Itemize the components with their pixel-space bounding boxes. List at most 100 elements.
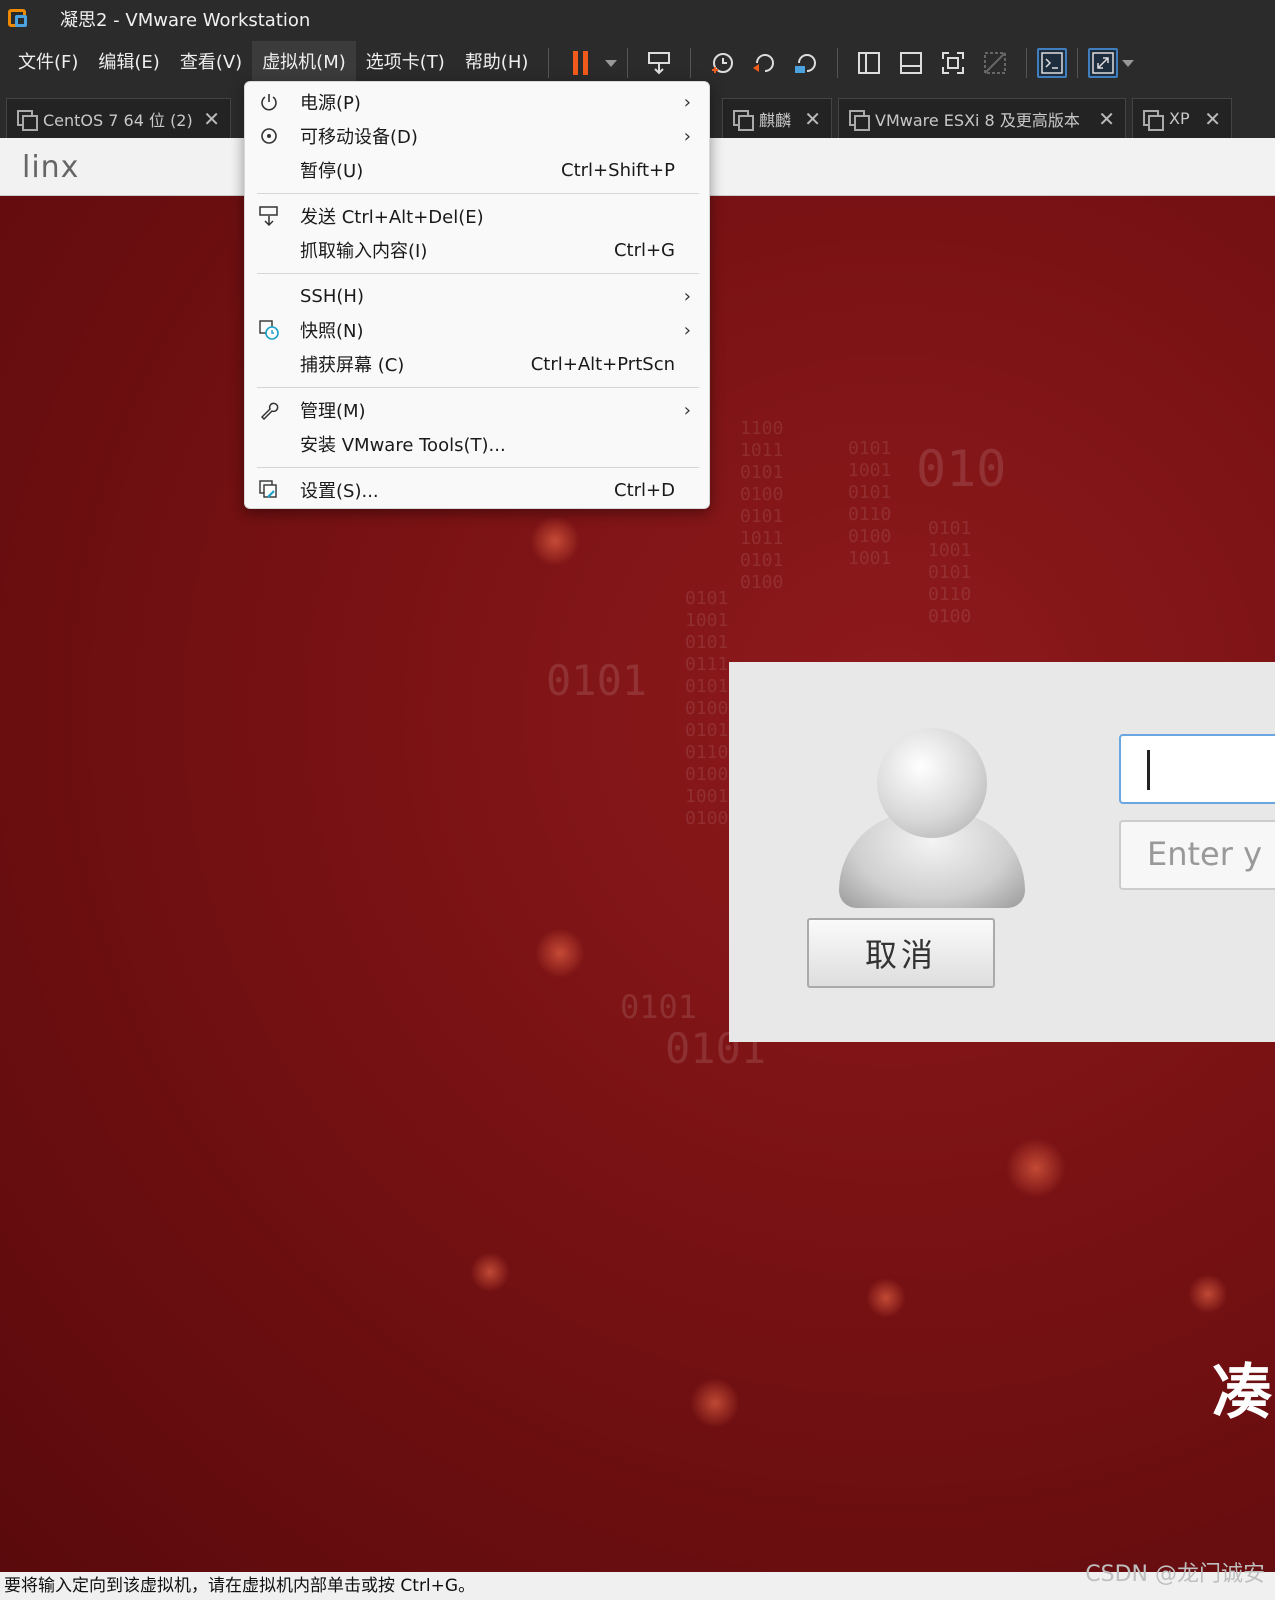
- thumbnail-bar-icon: [900, 52, 923, 74]
- menu-item-label: 发送 Ctrl+Alt+Del(E): [300, 207, 484, 228]
- window-title: 凝思2 - VMware Workstation: [60, 10, 311, 31]
- watermark: CSDN @龙门诚安: [1085, 1562, 1265, 1587]
- snapshot-manager-icon: [795, 54, 817, 73]
- binary-decoration: 1100 1011 0101 0100 0101 1011 0101 0100: [740, 418, 784, 593]
- chevron-right-icon: ›: [683, 285, 691, 307]
- toolbar-separator: [1026, 48, 1028, 78]
- menu-vm[interactable]: 虚拟机(M): [252, 41, 356, 85]
- binary-decoration: 0101: [546, 656, 648, 705]
- binary-decoration: 0101 1001 0101 0110 0100 1001: [848, 438, 892, 569]
- menu-item-ssh[interactable]: SSH(H) ›: [245, 279, 711, 313]
- send-ctrl-alt-del-button[interactable]: [644, 48, 674, 78]
- console-view-button[interactable]: [1037, 48, 1068, 78]
- light-dot: [866, 1278, 906, 1318]
- unity-button[interactable]: [980, 48, 1010, 78]
- welcome-text: 凑: [1212, 1358, 1272, 1428]
- light-dot: [690, 1378, 740, 1428]
- menu-item-install-tools[interactable]: 安装 VMware Tools(T)...: [245, 427, 711, 461]
- text-cursor: [1147, 750, 1150, 790]
- tab-kylin[interactable]: 麒麟 ✕: [722, 98, 832, 138]
- menu-item-shortcut: Ctrl+G: [613, 239, 675, 261]
- menu-item-label: 暂停(U): [300, 161, 364, 182]
- tab-label: 麒麟: [759, 110, 792, 130]
- password-input[interactable]: Enter y: [1119, 820, 1275, 890]
- menu-tabs[interactable]: 选项卡(T): [356, 41, 455, 85]
- tab-label: XP: [1169, 109, 1190, 128]
- stretch-dropdown-icon[interactable]: [1122, 59, 1135, 67]
- menu-item-snapshot[interactable]: 快照(N) ›: [245, 313, 711, 347]
- unity-icon: [984, 52, 1007, 74]
- menu-item-shortcut: Ctrl+Alt+PrtScn: [530, 353, 675, 375]
- snapshot-manager-button[interactable]: [791, 48, 821, 78]
- menu-item-label: 可移动设备(D): [300, 127, 418, 148]
- close-icon[interactable]: ✕: [203, 107, 220, 131]
- menu-edit[interactable]: 编辑(E): [88, 41, 169, 85]
- status-bar: 要将输入定向到该虚拟机，请在虚拟机内部单击或按 Ctrl+G。: [0, 1572, 1275, 1600]
- menu-separator: [257, 273, 699, 274]
- full-screen-button[interactable]: [938, 48, 968, 78]
- light-dot: [1188, 1274, 1228, 1314]
- login-dialog: 取消 Enter y: [729, 662, 1275, 1042]
- close-icon[interactable]: ✕: [1204, 107, 1221, 131]
- menu-item-power[interactable]: 电源(P) ›: [245, 85, 711, 119]
- menu-help[interactable]: 帮助(H): [455, 41, 539, 85]
- close-icon[interactable]: ✕: [1098, 107, 1115, 131]
- menu-separator: [257, 193, 699, 194]
- power-icon: [257, 90, 281, 114]
- menu-item-label: 设置(S)...: [300, 481, 379, 502]
- chevron-right-icon: ›: [683, 125, 691, 147]
- menu-item-send-ctrl-alt-del[interactable]: 发送 Ctrl+Alt+Del(E): [245, 199, 711, 233]
- thumbnail-bar-button[interactable]: [896, 48, 926, 78]
- menu-item-label: 安装 VMware Tools(T)...: [300, 435, 506, 456]
- menu-item-label: SSH(H): [300, 285, 364, 307]
- toolbar-separator: [548, 48, 550, 78]
- menu-item-settings[interactable]: 设置(S)... Ctrl+D: [245, 473, 711, 507]
- snapshot-icon: [712, 53, 734, 73]
- binary-decoration: 010: [916, 440, 1007, 498]
- menu-item-removable-devices[interactable]: 可移动设备(D) ›: [245, 119, 711, 153]
- binary-decoration: 0101 1001 0101 0110 0100: [928, 518, 972, 627]
- full-screen-icon: [942, 52, 965, 74]
- vm-tab-icon: [849, 109, 870, 131]
- menu-view[interactable]: 查看(V): [170, 41, 252, 85]
- chevron-right-icon: ›: [683, 319, 691, 341]
- tab-centos[interactable]: CentOS 7 64 位 (2) ✕: [6, 98, 231, 138]
- username-input[interactable]: [1119, 734, 1275, 804]
- menu-item-manage[interactable]: 管理(M) ›: [245, 393, 711, 427]
- light-dot: [530, 516, 580, 566]
- toolbar-separator: [690, 48, 692, 78]
- tab-xp[interactable]: XP ✕: [1132, 98, 1232, 138]
- tab-label: CentOS 7 64 位 (2): [43, 110, 193, 130]
- show-library-button[interactable]: [854, 48, 884, 78]
- light-dot: [535, 928, 585, 978]
- removable-devices-icon: [257, 124, 281, 148]
- vm-tab-icon: [17, 109, 38, 131]
- menu-item-pause[interactable]: 暂停(U) Ctrl+Shift+P: [245, 153, 711, 187]
- show-library-icon: [858, 52, 881, 74]
- chevron-right-icon: ›: [683, 91, 691, 113]
- menu-item-capture-screen[interactable]: 捕获屏幕 (C) Ctrl+Alt+PrtScn: [245, 347, 711, 381]
- pause-dropdown-icon[interactable]: [605, 59, 618, 67]
- revert-snapshot-button[interactable]: [749, 48, 779, 78]
- menu-file[interactable]: 文件(F): [8, 41, 88, 85]
- stretch-guest-button[interactable]: [1088, 48, 1119, 78]
- tab-esxi[interactable]: VMware ESXi 8 及更高版本 ✕: [838, 98, 1126, 138]
- light-dot: [470, 1252, 510, 1292]
- binary-decoration: 0101 1001 0101 0111 0101 0100 0101 0110 …: [685, 588, 729, 829]
- take-snapshot-button[interactable]: [707, 48, 737, 78]
- menu-item-label: 管理(M): [300, 401, 366, 422]
- cancel-button[interactable]: 取消: [807, 918, 995, 988]
- menu-item-label: 抓取输入内容(I): [300, 241, 428, 262]
- stretch-guest-icon: [1092, 52, 1115, 74]
- light-dot: [1006, 1138, 1066, 1198]
- send-ctrl-alt-del-icon: [648, 52, 671, 75]
- menu-item-grab-input[interactable]: 抓取输入内容(I) Ctrl+G: [245, 233, 711, 267]
- pause-icon: [572, 51, 588, 75]
- pause-button[interactable]: [565, 48, 595, 78]
- close-icon[interactable]: ✕: [804, 107, 821, 131]
- send-keys-icon: [257, 204, 281, 228]
- toolbar-separator: [627, 48, 629, 78]
- menu-item-shortcut: Ctrl+Shift+P: [561, 159, 675, 181]
- vmware-logo-icon: [8, 7, 32, 31]
- vm-tab-icon: [733, 109, 754, 131]
